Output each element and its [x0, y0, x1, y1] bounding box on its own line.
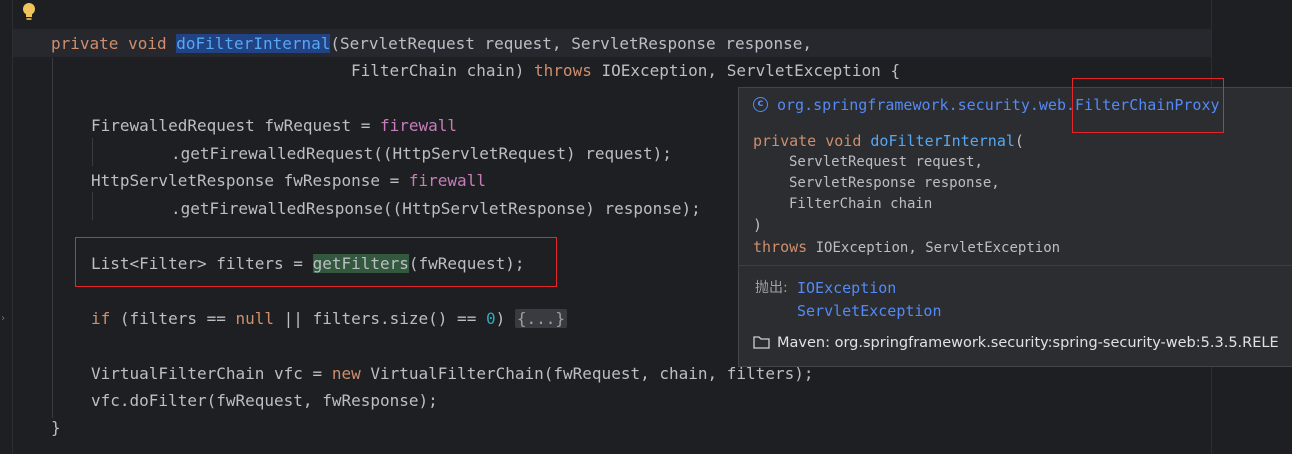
param-type: FilterChain: [789, 196, 882, 212]
code-line-4: FirewalledRequest fwRequest = firewall: [91, 115, 457, 137]
folded-block[interactable]: {...}: [514, 309, 568, 328]
exception-link-ioexception[interactable]: IOException: [797, 278, 896, 298]
indent-guide: [52, 58, 53, 418]
annotation-box: [1072, 78, 1224, 133]
code-line-13: VirtualFilterChain vfc = new VirtualFilt…: [91, 363, 813, 385]
code-line-5: .getFirewalledRequest((HttpServletReques…: [171, 143, 672, 165]
code-text: || filters.size() ==: [274, 309, 486, 328]
code-text: HttpServletResponse fwResponse =: [91, 171, 409, 190]
keyword: if: [91, 309, 111, 328]
param-type: ServletResponse: [789, 175, 916, 191]
param-name: request,: [907, 154, 983, 170]
code-text: .getFirewalledRequest((HttpServletReques…: [171, 144, 672, 163]
popup-param-1: ServletRequest request,: [789, 152, 983, 172]
popup-signature: private void doFilterInternal(: [753, 131, 1024, 151]
code-text: (ServletRequest request, ServletResponse…: [330, 34, 813, 53]
code-line-15: }: [51, 417, 61, 439]
param-type: ServletRequest: [789, 154, 908, 170]
folder-icon: [753, 336, 770, 349]
method-name: doFilterInternal: [870, 132, 1015, 150]
field-ref: firewall: [408, 171, 486, 190]
popup-param-2: ServletResponse response,: [789, 173, 1000, 193]
code-line-2: FilterChain chain) throws IOException, S…: [351, 60, 900, 82]
throws-label: 抛出:: [755, 280, 788, 296]
method-name[interactable]: doFilterInternal: [176, 34, 331, 53]
param-name: response,: [915, 175, 1000, 191]
keyword: throws: [534, 61, 592, 80]
keyword: private: [753, 132, 817, 150]
keyword: private: [51, 34, 119, 53]
code-line-1: private void doFilterInternal(ServletReq…: [51, 33, 812, 55]
popup-sig-close: ): [753, 216, 763, 234]
param-name: chain: [881, 196, 933, 212]
code-text: }: [51, 418, 61, 437]
indent-guide: [92, 192, 93, 220]
class-icon: c: [753, 97, 768, 112]
keyword: new: [331, 364, 361, 383]
keyword: void: [128, 34, 167, 53]
keyword: throws: [753, 238, 808, 256]
package-link[interactable]: org.springframework.security.web.: [777, 96, 1075, 114]
code-text: FilterChain chain): [351, 61, 535, 80]
code-text: ): [495, 309, 515, 328]
code-text: (filters ==: [110, 309, 236, 328]
lightbulb-icon[interactable]: [20, 2, 38, 22]
indent-guide: [92, 138, 93, 166]
code-text: vfc.doFilter(fwRequest, fwResponse);: [91, 391, 438, 410]
annotation-box: [75, 237, 557, 287]
keyword: null: [235, 309, 275, 328]
code-line-11: if (filters == null || filters.size() ==…: [91, 308, 568, 330]
code-line-7: .getFirewalledResponse((HttpServletRespo…: [171, 198, 701, 220]
popup-param-3: FilterChain chain: [789, 194, 932, 214]
sig-text: IOException, ServletException: [807, 240, 1061, 256]
keyword: void: [825, 132, 862, 150]
exception-link-servletexception[interactable]: ServletException: [797, 301, 942, 321]
number-literal: 0: [485, 309, 496, 328]
field-ref: firewall: [379, 116, 458, 135]
sig-text: (: [1014, 132, 1024, 150]
gutter: [0, 0, 13, 454]
code-line-6: HttpServletResponse fwResponse = firewal…: [91, 170, 486, 192]
popup-throws-line: throws IOException, ServletException: [753, 237, 1060, 258]
code-text: .getFirewalledResponse((HttpServletRespo…: [171, 199, 701, 218]
code-line-14: vfc.doFilter(fwRequest, fwResponse);: [91, 390, 438, 412]
popup-divider: [739, 265, 1292, 266]
fold-arrow-icon[interactable]: ›: [0, 313, 6, 324]
code-text: IOException, ServletException {: [591, 61, 901, 80]
maven-library-text: Maven: org.springframework.security:spri…: [777, 335, 1279, 351]
code-text: FirewalledRequest fwRequest =: [91, 116, 380, 135]
code-text: VirtualFilterChain vfc =: [91, 364, 332, 383]
